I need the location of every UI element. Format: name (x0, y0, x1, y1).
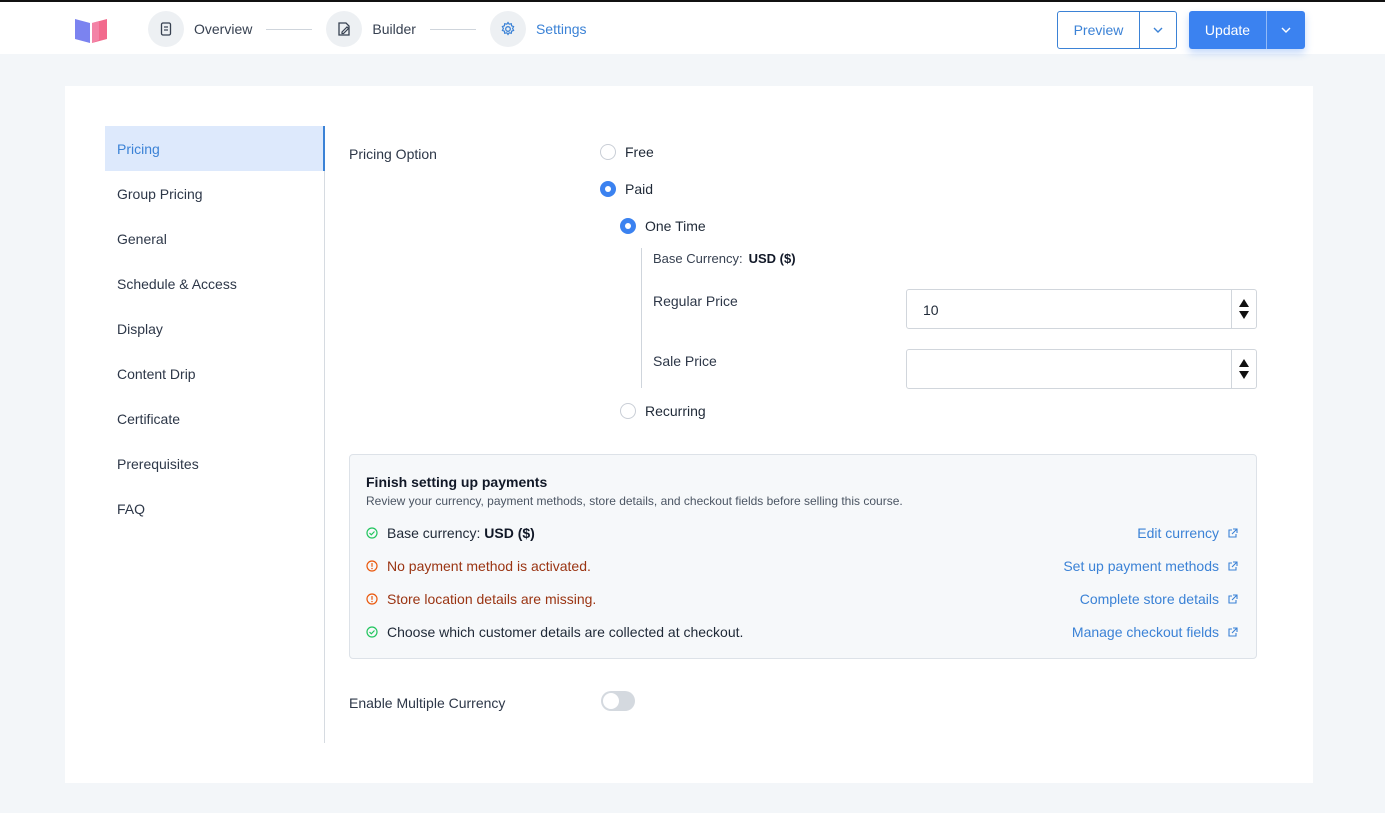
sidebar-item-prerequisites[interactable]: Prerequisites (105, 441, 324, 486)
regular-price-label: Regular Price (653, 293, 738, 309)
document-icon (148, 11, 184, 47)
radio-one-time[interactable]: One Time (620, 218, 706, 234)
panel-title: Finish setting up payments (366, 474, 548, 490)
setup-payment-methods-link[interactable]: Set up payment methods (1063, 558, 1238, 574)
sidebar-item-content-drip[interactable]: Content Drip (105, 351, 324, 396)
update-button-group: Update (1189, 11, 1305, 49)
panel-subtitle: Review your currency, payment methods, s… (366, 494, 903, 508)
checklist-row: No payment method is activated. Set up p… (366, 556, 1238, 576)
check-circle-icon (366, 527, 378, 539)
sidebar-item-faq[interactable]: FAQ (105, 486, 324, 531)
regular-price-input[interactable]: 10 (906, 289, 1257, 329)
link-label: Manage checkout fields (1071, 624, 1219, 640)
radio-dot-selected (600, 181, 616, 197)
update-button[interactable]: Update (1189, 11, 1267, 49)
sidebar-item-display[interactable]: Display (105, 306, 324, 351)
sidebar-item-schedule-access[interactable]: Schedule & Access (105, 261, 324, 306)
radio-label-one-time: One Time (645, 218, 706, 234)
pricing-option-label: Pricing Option (349, 146, 437, 162)
external-link-icon (1228, 560, 1238, 571)
warning-circle-icon (366, 560, 378, 572)
checklist-row: Choose which customer details are collec… (366, 622, 1238, 642)
complete-store-details-link[interactable]: Complete store details (1080, 591, 1238, 607)
settings-sidebar: Pricing Group Pricing General Schedule &… (105, 126, 325, 743)
external-link-icon (1228, 626, 1238, 637)
step-divider (266, 28, 313, 30)
check-circle-icon (366, 626, 378, 638)
radio-free[interactable]: Free (600, 144, 654, 160)
gear-icon (489, 11, 526, 47)
radio-label-recurring: Recurring (645, 403, 706, 419)
multi-currency-toggle[interactable] (601, 691, 635, 711)
sale-price-label: Sale Price (653, 353, 717, 369)
payments-setup-panel: Finish setting up payments Review your c… (349, 454, 1257, 659)
sidebar-item-pricing[interactable]: Pricing (105, 126, 325, 171)
manage-checkout-fields-link[interactable]: Manage checkout fields (1072, 624, 1238, 640)
preview-dropdown-button[interactable] (1140, 12, 1176, 48)
checklist-row: Base currency: USD ($) Edit currency (366, 523, 1238, 543)
edit-currency-link[interactable]: Edit currency (1137, 525, 1238, 541)
step-divider (429, 28, 476, 30)
builder-steps: Overview Builder Settings (148, 10, 587, 48)
base-currency: Base Currency: USD ($) (653, 251, 796, 266)
base-currency-label: Base Currency: (653, 251, 743, 266)
decrement-icon[interactable] (1239, 311, 1249, 319)
one-time-divider (641, 248, 642, 388)
external-link-icon (1228, 527, 1238, 538)
link-label: Edit currency (1137, 525, 1219, 541)
step-settings[interactable]: Settings (489, 11, 587, 47)
step-builder[interactable]: Builder (326, 11, 416, 47)
increment-icon[interactable] (1239, 359, 1249, 367)
checklist-text: Store location details are missing. (387, 591, 597, 607)
update-dropdown-button[interactable] (1267, 11, 1305, 49)
regular-price-value: 10 (923, 302, 939, 318)
radio-recurring[interactable]: Recurring (620, 403, 706, 419)
chevron-down-icon (1153, 27, 1163, 33)
step-overview[interactable]: Overview (148, 11, 252, 47)
radio-label-paid: Paid (625, 181, 654, 197)
decrement-icon[interactable] (1239, 371, 1249, 379)
external-link-icon (1228, 593, 1238, 604)
sale-price-input[interactable] (906, 349, 1257, 389)
radio-paid[interactable]: Paid (600, 181, 653, 197)
sidebar-item-certificate[interactable]: Certificate (105, 396, 324, 441)
warning-circle-icon (366, 593, 378, 605)
sale-price-stepper[interactable] (1231, 350, 1256, 388)
logo-icon[interactable] (73, 16, 109, 44)
checklist-row: Store location details are missing. Comp… (366, 589, 1238, 609)
sidebar-item-general[interactable]: General (105, 216, 324, 261)
radio-dot-selected (620, 218, 636, 234)
preview-button[interactable]: Preview (1058, 12, 1140, 48)
chevron-down-icon (1281, 27, 1291, 33)
checklist-text: Base currency: USD ($) (387, 525, 535, 541)
settings-card: Pricing Group Pricing General Schedule &… (65, 86, 1313, 783)
toggle-knob (603, 693, 619, 709)
link-label: Set up payment methods (1063, 558, 1219, 574)
checklist-text: No payment method is activated. (387, 558, 591, 574)
edit-icon (326, 11, 363, 47)
checklist-text: Choose which customer details are collec… (387, 624, 744, 640)
base-currency-value: USD ($) (748, 251, 796, 266)
sidebar-item-group-pricing[interactable]: Group Pricing (105, 171, 324, 216)
radio-dot (600, 144, 616, 160)
checklist-text-prefix: Base currency: (387, 525, 485, 541)
multi-currency-label: Enable Multiple Currency (349, 695, 506, 711)
checklist-text-bold: USD ($) (484, 525, 535, 541)
radio-label-free: Free (625, 144, 654, 160)
regular-price-stepper[interactable] (1231, 290, 1256, 328)
step-label-builder: Builder (372, 21, 416, 37)
top-bar: Overview Builder Settings Preview Update (0, 0, 1385, 54)
increment-icon[interactable] (1239, 299, 1249, 307)
step-label-overview: Overview (194, 21, 253, 37)
radio-dot (620, 403, 636, 419)
link-label: Complete store details (1079, 591, 1219, 607)
preview-button-group: Preview (1057, 11, 1177, 49)
step-label-settings: Settings (535, 21, 587, 37)
